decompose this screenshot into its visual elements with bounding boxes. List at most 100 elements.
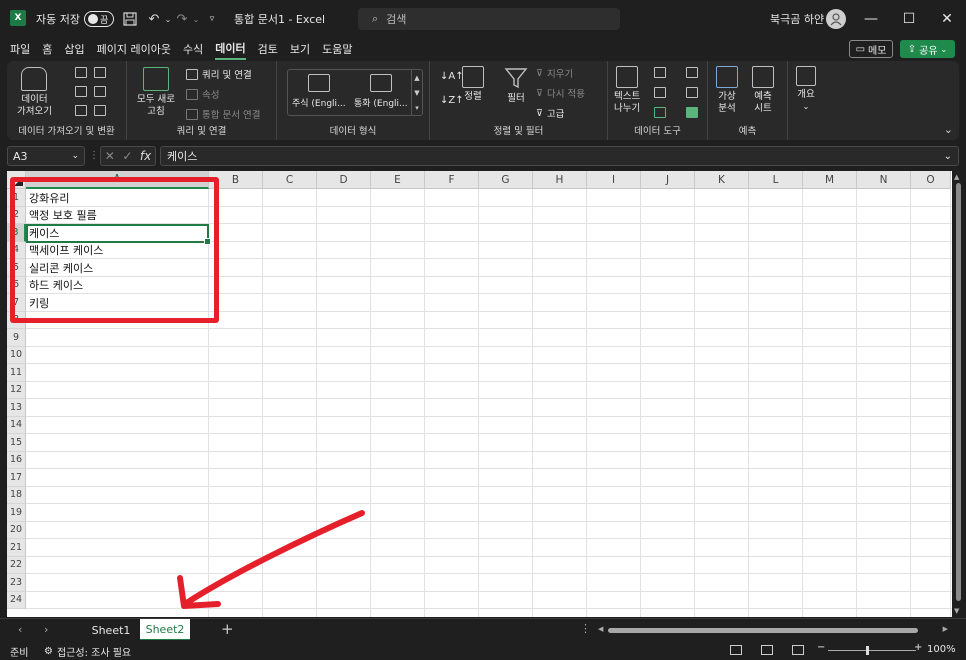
zoom-level[interactable]: 100% — [927, 644, 956, 655]
sheet-tab-sheet1[interactable]: Sheet1 — [84, 619, 138, 641]
search-box[interactable]: ⌕ 검색 — [358, 8, 620, 30]
column-header-e[interactable]: E — [371, 171, 425, 189]
currencies-button[interactable]: 통화 (Engli... — [354, 74, 408, 109]
share-button[interactable]: ⇪ 공유 ⌄ — [900, 40, 955, 58]
expand-formula-icon[interactable]: ⌄ — [944, 151, 952, 162]
recent-sources-icon[interactable] — [94, 86, 106, 97]
avatar[interactable] — [826, 9, 846, 29]
data-validation-icon[interactable] — [654, 107, 666, 118]
tab-file[interactable]: 파일 — [10, 39, 30, 59]
save-icon[interactable] — [122, 11, 138, 27]
memo-button[interactable]: ▭ 메모 — [849, 40, 893, 58]
user-name[interactable]: 북극곰 하얀 — [770, 0, 824, 38]
sort-desc-icon[interactable]: ↓Z↑ — [440, 95, 464, 106]
row-header-15[interactable]: 15 — [7, 434, 26, 452]
column-header-m[interactable]: M — [803, 171, 857, 189]
scroll-down-icon[interactable]: ▼ — [954, 607, 959, 615]
forecast-sheet-button[interactable]: 예측 시트 — [752, 66, 774, 115]
formula-bar-grip-icon[interactable]: ⋮ — [89, 150, 99, 161]
column-header-n[interactable]: N — [857, 171, 911, 189]
close-icon[interactable]: ✕ — [928, 0, 966, 38]
insert-function-icon[interactable]: fx — [140, 149, 151, 163]
clear-filter-button[interactable]: ⊽ 지우기 — [536, 66, 573, 81]
tab-help[interactable]: 도움말 — [322, 39, 352, 59]
column-header-i[interactable]: I — [587, 171, 641, 189]
filter-button[interactable]: 필터 — [504, 66, 528, 105]
horizontal-scroll-thumb[interactable] — [608, 628, 918, 633]
column-header-d[interactable]: D — [317, 171, 371, 189]
sheet-tab-sheet2[interactable]: Sheet2 — [140, 619, 190, 641]
enter-icon[interactable]: ✓ — [122, 149, 132, 163]
column-header-l[interactable]: L — [749, 171, 803, 189]
sort-asc-icon[interactable]: ↓A↑ — [440, 71, 464, 82]
consolidate-icon[interactable] — [686, 67, 698, 78]
tab-review[interactable]: 검토 — [258, 39, 278, 59]
page-break-view-icon[interactable] — [792, 645, 804, 655]
properties-button[interactable]: 속성 — [186, 87, 219, 101]
zoom-slider-handle[interactable] — [866, 646, 869, 655]
redo-dropdown-icon[interactable]: ⌄ — [188, 11, 204, 27]
accessibility-status[interactable]: ⚙ 접근성: 조사 필요 — [44, 644, 131, 659]
data-model-icon[interactable] — [686, 107, 698, 118]
row-header-20[interactable]: 20 — [7, 521, 26, 539]
column-header-o[interactable]: O — [911, 171, 951, 189]
scroll-left-icon[interactable]: ◀ — [598, 625, 603, 633]
tab-home[interactable]: 홈 — [42, 39, 52, 59]
scroll-right-icon[interactable]: ▶ — [943, 625, 948, 633]
prev-sheet-icon[interactable]: ‹ — [18, 623, 22, 636]
column-header-k[interactable]: K — [695, 171, 749, 189]
row-header-22[interactable]: 22 — [7, 556, 26, 574]
tab-split-grip-icon[interactable]: ⋮ — [580, 622, 591, 635]
column-header-g[interactable]: G — [479, 171, 533, 189]
advanced-filter-button[interactable]: ⊽ 고급 — [536, 106, 564, 121]
row-header-13[interactable]: 13 — [7, 399, 26, 417]
cancel-icon[interactable]: ✕ — [105, 149, 115, 163]
tab-formulas[interactable]: 수식 — [183, 39, 203, 59]
gallery-scroll[interactable]: ▲ ▼ ▾ — [411, 70, 422, 115]
tab-insert[interactable]: 삽입 — [64, 39, 84, 59]
horizontal-scrollbar[interactable]: ◀ ▶ — [598, 625, 948, 635]
next-sheet-icon[interactable]: › — [44, 623, 48, 636]
maximize-icon[interactable]: ☐ — [890, 0, 928, 38]
row-header-14[interactable]: 14 — [7, 416, 26, 434]
formula-input[interactable]: 케이스 ⌄ — [160, 146, 959, 166]
refresh-all-button[interactable]: 모두 새로 고침 — [137, 67, 175, 118]
tab-data[interactable]: 데이터 — [215, 38, 246, 60]
outline-button[interactable]: 개요 ⌄ — [796, 66, 816, 113]
row-header-24[interactable]: 24 — [7, 591, 26, 609]
vertical-scroll-thumb[interactable] — [956, 183, 961, 601]
customize-toolbar-icon[interactable]: ▿ — [204, 11, 220, 27]
text-to-columns-button[interactable]: 텍스트 나누기 — [614, 66, 640, 115]
column-header-j[interactable]: J — [641, 171, 695, 189]
minimize-icon[interactable]: — — [852, 0, 890, 38]
from-text-icon[interactable] — [75, 67, 87, 78]
sort-button[interactable]: 정렬 — [462, 66, 484, 103]
get-data-button[interactable]: 데이터 가져오기 — [17, 67, 52, 118]
autosave-toggle[interactable]: 끔 — [84, 11, 114, 27]
row-header-16[interactable]: 16 — [7, 451, 26, 469]
collapse-ribbon-icon[interactable]: ⌄ — [944, 123, 953, 136]
row-header-11[interactable]: 11 — [7, 364, 26, 382]
flash-fill-icon[interactable] — [654, 67, 666, 78]
row-header-23[interactable]: 23 — [7, 574, 26, 592]
edit-links-button[interactable]: 통합 문서 연결 — [186, 107, 260, 121]
column-header-c[interactable]: C — [263, 171, 317, 189]
row-header-10[interactable]: 10 — [7, 346, 26, 364]
name-box[interactable]: A3 ⌄ — [7, 146, 85, 166]
row-header-17[interactable]: 17 — [7, 469, 26, 487]
tab-page-layout[interactable]: 페이지 레이아웃 — [97, 39, 171, 59]
normal-view-icon[interactable] — [730, 645, 742, 655]
reapply-button[interactable]: ⊽ 다시 적용 — [536, 86, 585, 101]
row-header-21[interactable]: 21 — [7, 539, 26, 557]
queries-connections-button[interactable]: 쿼리 및 연결 — [186, 67, 252, 81]
existing-connections-icon[interactable] — [75, 105, 87, 116]
from-web-icon[interactable] — [94, 67, 106, 78]
what-if-button[interactable]: 가상 분석 — [716, 66, 738, 115]
add-sheet-icon[interactable]: + — [221, 620, 234, 638]
row-header-12[interactable]: 12 — [7, 381, 26, 399]
stocks-button[interactable]: 주식 (Engli... — [292, 74, 346, 109]
column-header-f[interactable]: F — [425, 171, 479, 189]
scroll-up-icon[interactable]: ▲ — [954, 173, 959, 181]
tab-view[interactable]: 보기 — [290, 39, 310, 59]
column-header-h[interactable]: H — [533, 171, 587, 189]
